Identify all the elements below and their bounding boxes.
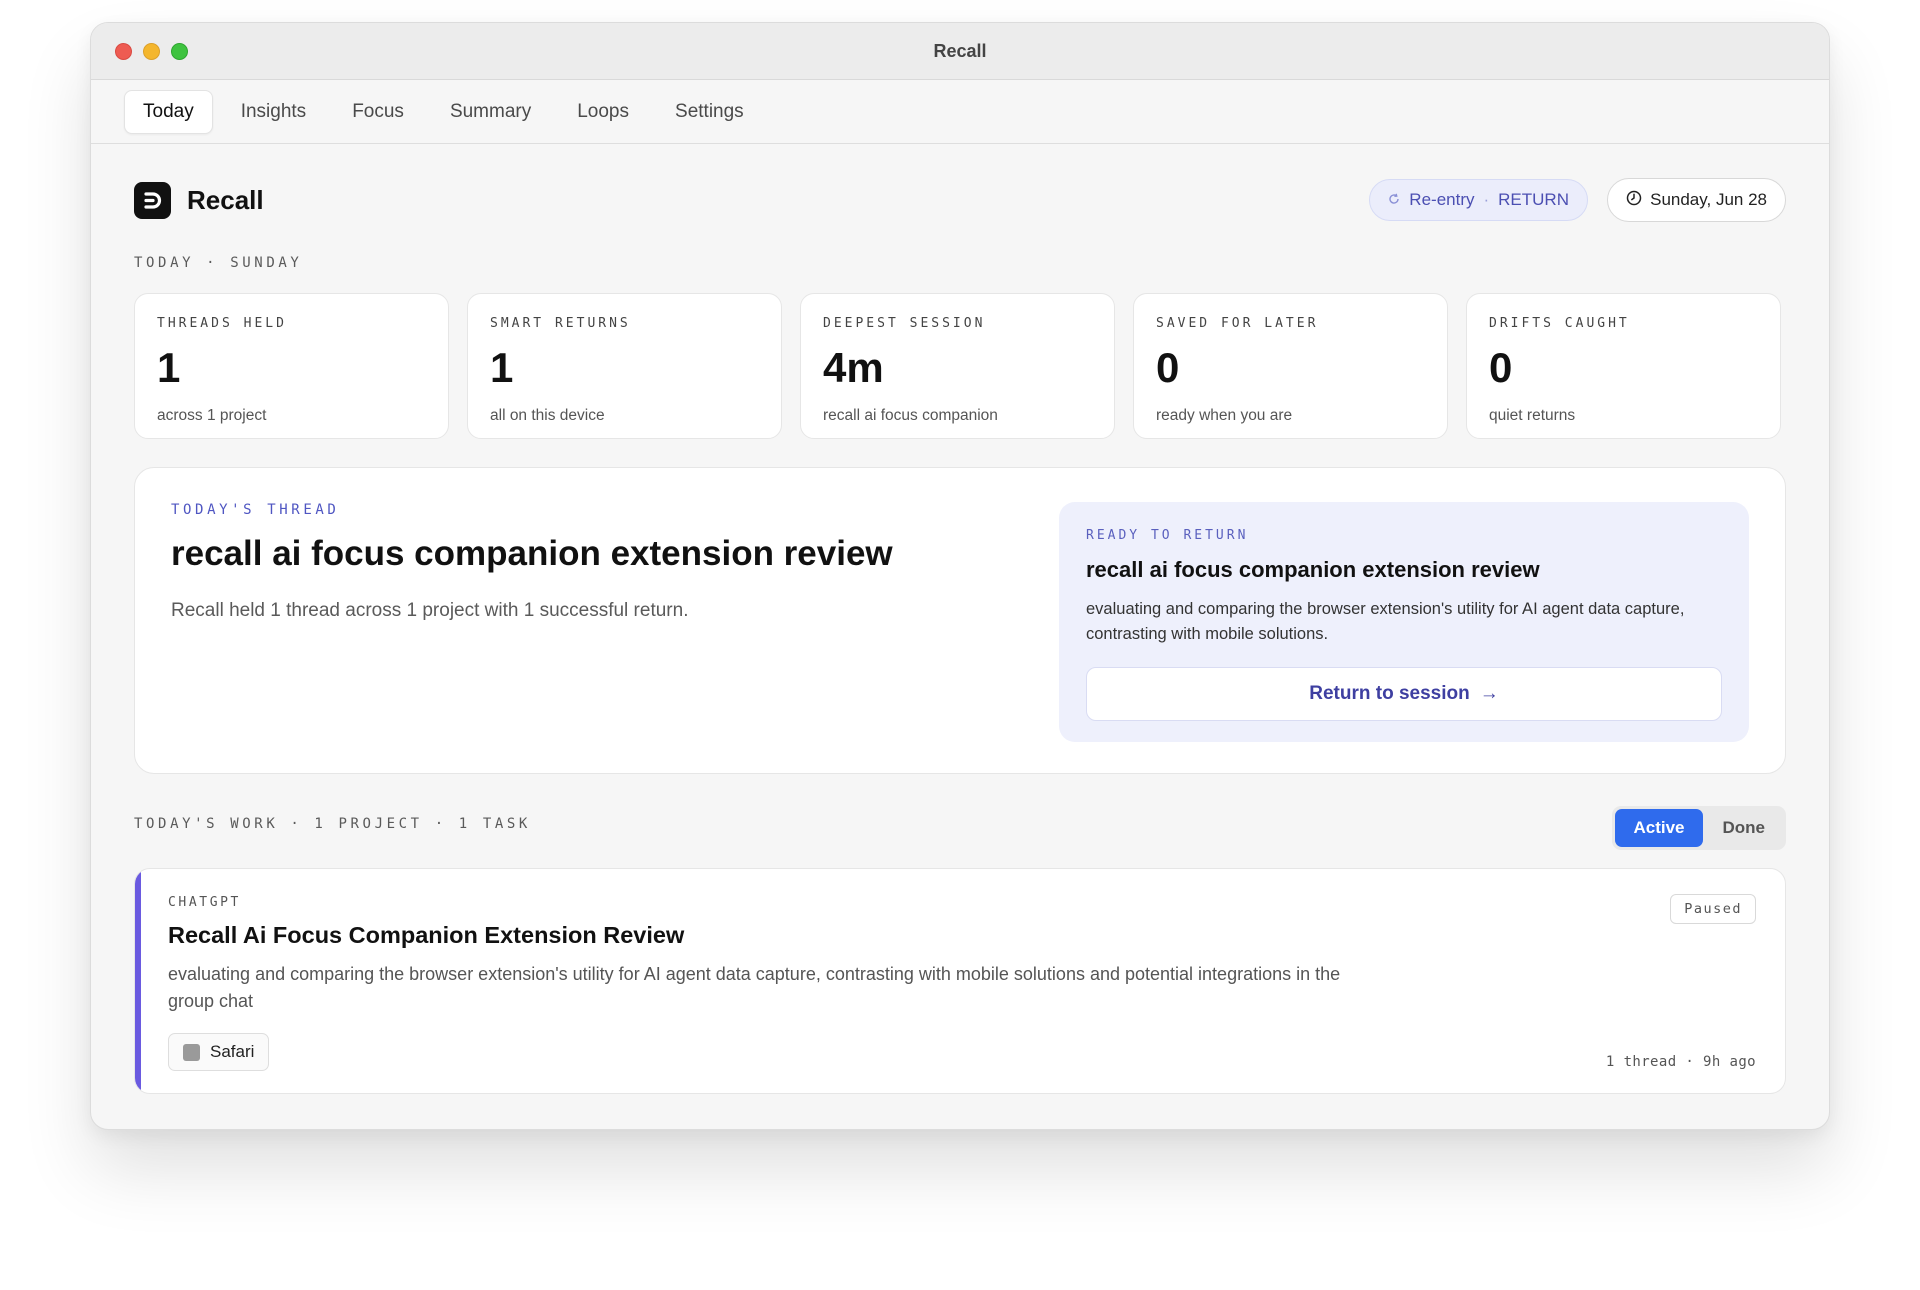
tab-loops[interactable]: Loops: [555, 91, 647, 133]
stat-value: 0: [1489, 344, 1513, 391]
segment-done[interactable]: Done: [1705, 809, 1784, 847]
stat-label: SMART RETURNS: [490, 316, 631, 331]
safari-app-icon: [183, 1043, 200, 1061]
clock-icon: [1626, 190, 1642, 211]
app-chip-label: Safari: [210, 1042, 255, 1061]
stat-value: 1: [490, 344, 514, 391]
status-badge: Paused: [1670, 894, 1756, 924]
window-title: Recall: [933, 40, 987, 61]
tab-focus[interactable]: Focus: [330, 91, 422, 133]
stat-card-drifts-caught: DRIFTS CAUGHT 0 quiet returns: [1466, 293, 1781, 439]
return-to-session-button[interactable]: Return to session →: [1086, 666, 1722, 721]
stat-label: DRIFTS CAUGHT: [1489, 316, 1630, 331]
task-title: Recall Ai Focus Companion Extension Revi…: [168, 922, 685, 948]
ready-description: evaluating and comparing the browser ext…: [1086, 600, 1685, 643]
stat-label: THREADS HELD: [157, 316, 287, 331]
stat-value: 0: [1156, 344, 1180, 391]
minimize-window-button[interactable]: [143, 43, 160, 60]
stat-subtext: ready when you are: [1156, 407, 1293, 424]
thread-summary: TODAY'S THREAD recall ai focus companion…: [171, 502, 1051, 622]
reentry-mode-pill[interactable]: Re-entry · RETURN: [1369, 179, 1588, 221]
reentry-separator: ·: [1483, 190, 1490, 209]
task-source: CHATGPT: [168, 895, 241, 910]
app-name: Recall: [187, 185, 264, 215]
task-meta: 1 thread · 9h ago: [1605, 1054, 1756, 1070]
stat-label: DEEPEST SESSION: [823, 316, 986, 331]
task-accent-bar: [135, 869, 141, 1093]
tab-today[interactable]: Today: [124, 89, 213, 134]
date-text: Sunday, Jun 28: [1650, 190, 1767, 209]
date-pill[interactable]: Sunday, Jun 28: [1607, 178, 1786, 222]
stat-card-threads-held: THREADS HELD 1 across 1 project: [134, 293, 449, 439]
stat-label: SAVED FOR LATER: [1156, 316, 1319, 331]
ready-title: recall ai focus companion extension revi…: [1086, 557, 1540, 582]
active-done-toggle: Active Done: [1612, 806, 1786, 850]
segment-active[interactable]: Active: [1615, 809, 1703, 847]
ready-kicker: READY TO RETURN: [1086, 528, 1249, 543]
brand: Recall: [134, 182, 264, 219]
tab-bar: Today Insights Focus Summary Loops Setti…: [91, 80, 1829, 144]
title-bar: Recall: [91, 23, 1829, 80]
tab-summary[interactable]: Summary: [428, 91, 549, 133]
task-description: evaluating and comparing the browser ext…: [168, 964, 1341, 1011]
stat-value: 4m: [823, 344, 884, 391]
refresh-icon: [1388, 190, 1400, 210]
tab-insights[interactable]: Insights: [219, 91, 324, 133]
stat-subtext: all on this device: [490, 407, 605, 424]
stats-row: THREADS HELD 1 across 1 project SMART RE…: [134, 293, 1786, 439]
stat-subtext: across 1 project: [157, 407, 267, 424]
tab-settings[interactable]: Settings: [653, 91, 762, 133]
stat-value: 1: [157, 344, 181, 391]
app-window: Recall Today Insights Focus Summary Loop…: [90, 22, 1830, 1130]
main-content: Recall Re-entry · RETURN Sunday, Jun 28 …: [91, 144, 1829, 1094]
day-label: TODAY · SUNDAY: [134, 255, 303, 271]
ready-to-return-panel: READY TO RETURN recall ai focus companio…: [1059, 502, 1749, 742]
thread-title: recall ai focus companion extension revi…: [171, 534, 893, 573]
recall-logo-icon: [134, 182, 171, 219]
work-label: TODAY'S WORK · 1 PROJECT · 1 TASK: [134, 816, 531, 832]
window-controls: [115, 43, 188, 60]
page-header: Recall Re-entry · RETURN Sunday, Jun 28: [134, 144, 1786, 255]
stat-subtext: recall ai focus companion: [823, 407, 998, 424]
stat-card-deepest-session: DEEPEST SESSION 4m recall ai focus compa…: [800, 293, 1115, 439]
reentry-label: Re-entry: [1409, 190, 1475, 209]
arrow-right-icon: →: [1479, 682, 1499, 704]
stat-card-smart-returns: SMART RETURNS 1 all on this device: [467, 293, 782, 439]
work-header: TODAY'S WORK · 1 PROJECT · 1 TASK Active…: [134, 774, 1786, 864]
app-chip-safari: Safari: [168, 1033, 270, 1071]
task-card[interactable]: CHATGPT Recall Ai Focus Companion Extens…: [134, 868, 1786, 1094]
close-window-button[interactable]: [115, 43, 132, 60]
return-button-label: Return to session: [1309, 682, 1470, 704]
thread-kicker: TODAY'S THREAD: [171, 502, 340, 518]
stat-card-saved-for-later: SAVED FOR LATER 0 ready when you are: [1133, 293, 1448, 439]
reentry-mode: RETURN: [1498, 190, 1569, 209]
todays-thread-card: TODAY'S THREAD recall ai focus companion…: [134, 467, 1786, 774]
zoom-window-button[interactable]: [171, 43, 188, 60]
stat-subtext: quiet returns: [1489, 407, 1576, 424]
thread-description: Recall held 1 thread across 1 project wi…: [171, 600, 689, 621]
